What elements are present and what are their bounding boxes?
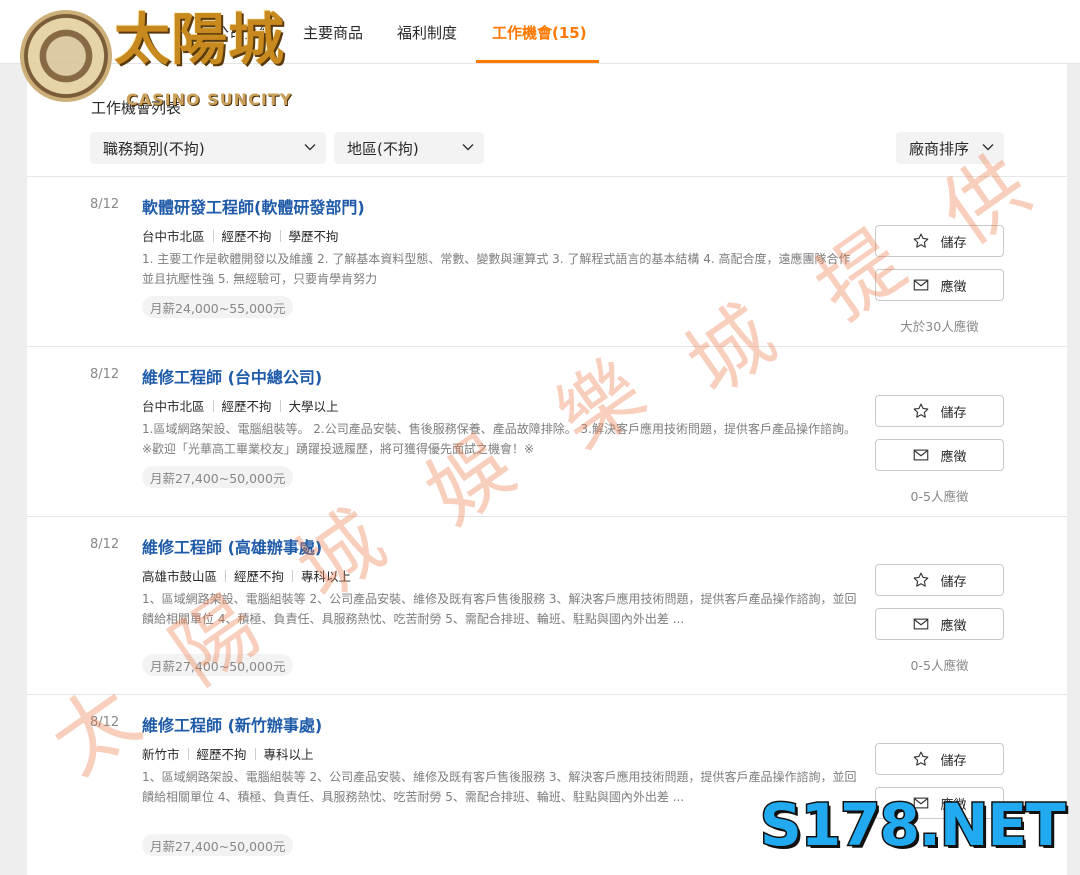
job-list-panel: 工作機會列表 職務類別(不拘) 地區(不拘) 廠商排序 8/12 軟體研發工程師… bbox=[27, 64, 1067, 875]
active-tab-indicator bbox=[476, 60, 599, 63]
save-label: 儲存 bbox=[940, 574, 967, 590]
chevron-down-icon bbox=[462, 144, 474, 151]
job-location: 高雄市鼓山區 bbox=[142, 569, 218, 584]
star-icon bbox=[914, 572, 929, 587]
job-description: 1、區域網路架設、電腦組裝等 2、公司產品安裝、維修及既有客戶售後服務 3、解決… bbox=[142, 770, 857, 804]
suncity-logo: 太陽城 CASINO SUNCITY bbox=[14, 6, 304, 109]
apply-button[interactable]: 應徵 bbox=[875, 269, 1004, 301]
job-description: 1. 主要工作是軟體開發以及維護 2. 了解基本資料型態、常數、變數與運算式 3… bbox=[142, 252, 851, 286]
salary-badge: 月薪27,400~50,000元 bbox=[142, 654, 294, 676]
salary-badge: 月薪24,000~55,000元 bbox=[142, 296, 294, 318]
job-title-link[interactable]: 維修工程師 (台中總公司) bbox=[142, 364, 322, 388]
job-experience: 經歷不拘 bbox=[221, 399, 272, 414]
job-experience: 經歷不拘 bbox=[221, 229, 272, 244]
area-value: 地區(不拘) bbox=[347, 139, 419, 158]
job-description: 1、區域網路架設、電腦組裝等 2、公司產品安裝、維修及既有客戶售後服務 3、解決… bbox=[142, 592, 857, 626]
envelope-icon bbox=[914, 279, 929, 291]
logo-english-text: CASINO SUNCITY bbox=[126, 90, 293, 109]
star-icon bbox=[914, 233, 929, 248]
save-button[interactable]: 儲存 bbox=[875, 743, 1004, 775]
job-meta: 台中市北區 經歷不拘 大學以上 bbox=[142, 396, 339, 415]
apply-label: 應徵 bbox=[940, 449, 967, 465]
job-category-value: 職務類別(不拘) bbox=[103, 139, 205, 158]
job-category-select[interactable]: 職務類別(不拘) bbox=[90, 132, 326, 164]
job-education: 專科以上 bbox=[301, 569, 352, 584]
job-meta: 新竹市 經歷不拘 專科以上 bbox=[142, 744, 314, 763]
job-item: 8/12 維修工程師 (高雄辦事處) 高雄市鼓山區 經歷不拘 專科以上 1、區域… bbox=[27, 516, 1067, 694]
save-label: 儲存 bbox=[940, 405, 967, 421]
tab-job-openings[interactable]: 工作機會(15) bbox=[492, 22, 587, 43]
job-item: 8/12 維修工程師 (台中總公司) 台中市北區 經歷不拘 大學以上 1.區域網… bbox=[27, 346, 1067, 516]
applicant-count: 0-5人應徵 bbox=[910, 489, 969, 504]
job-date: 8/12 bbox=[90, 537, 120, 552]
job-date: 8/12 bbox=[90, 715, 120, 730]
envelope-icon bbox=[914, 449, 929, 461]
site-watermark: S178.NET bbox=[759, 791, 1068, 859]
salary-badge: 月薪27,400~50,000元 bbox=[142, 834, 294, 856]
chevron-down-icon bbox=[982, 144, 994, 151]
job-location: 台中市北區 bbox=[142, 229, 205, 244]
sun-emblem-icon bbox=[20, 10, 112, 102]
save-label: 儲存 bbox=[940, 753, 967, 769]
job-item: 8/12 軟體研發工程師(軟體研發部門) 台中市北區 經歷不拘 學歷不拘 1. … bbox=[27, 176, 1067, 346]
job-date: 8/12 bbox=[90, 367, 120, 382]
job-experience: 經歷不拘 bbox=[234, 569, 285, 584]
job-date: 8/12 bbox=[90, 197, 120, 212]
job-meta: 台中市北區 經歷不拘 學歷不拘 bbox=[142, 226, 339, 245]
tab-main-products[interactable]: 主要商品 bbox=[303, 22, 363, 43]
area-select[interactable]: 地區(不拘) bbox=[334, 132, 484, 164]
job-description: 1.區域網路架設、電腦組裝等。 2.公司產品安裝、售後服務保養、產品故障排除。 … bbox=[142, 422, 856, 456]
star-icon bbox=[914, 751, 929, 766]
apply-button[interactable]: 應徵 bbox=[875, 439, 1004, 471]
apply-button[interactable]: 應徵 bbox=[875, 608, 1004, 640]
sort-select[interactable]: 廠商排序 bbox=[896, 132, 1004, 164]
apply-label: 應徵 bbox=[940, 279, 967, 295]
logo-chinese-text: 太陽城 bbox=[114, 7, 285, 73]
chevron-down-icon bbox=[304, 144, 316, 151]
save-button[interactable]: 儲存 bbox=[875, 395, 1004, 427]
envelope-icon bbox=[914, 618, 929, 630]
job-education: 學歷不拘 bbox=[288, 229, 339, 244]
job-title-link[interactable]: 維修工程師 (高雄辦事處) bbox=[142, 534, 322, 558]
job-experience: 經歷不拘 bbox=[196, 747, 247, 762]
sort-value: 廠商排序 bbox=[909, 139, 970, 158]
job-title-link[interactable]: 軟體研發工程師(軟體研發部門) bbox=[142, 194, 365, 218]
tab-welfare[interactable]: 福利制度 bbox=[397, 22, 457, 43]
applicant-count: 大於30人應徵 bbox=[900, 319, 979, 334]
job-location: 台中市北區 bbox=[142, 399, 205, 414]
applicant-count: 0-5人應徵 bbox=[910, 658, 969, 673]
job-location: 新竹市 bbox=[142, 747, 180, 762]
job-title-link[interactable]: 維修工程師 (新竹辦事處) bbox=[142, 712, 322, 736]
star-icon bbox=[914, 403, 929, 418]
job-education: 專科以上 bbox=[263, 747, 314, 762]
save-button[interactable]: 儲存 bbox=[875, 225, 1004, 257]
save-label: 儲存 bbox=[940, 235, 967, 251]
job-meta: 高雄市鼓山區 經歷不拘 專科以上 bbox=[142, 566, 351, 585]
job-education: 大學以上 bbox=[288, 399, 339, 414]
apply-label: 應徵 bbox=[940, 618, 967, 634]
salary-badge: 月薪27,400~50,000元 bbox=[142, 466, 294, 488]
save-button[interactable]: 儲存 bbox=[875, 564, 1004, 596]
